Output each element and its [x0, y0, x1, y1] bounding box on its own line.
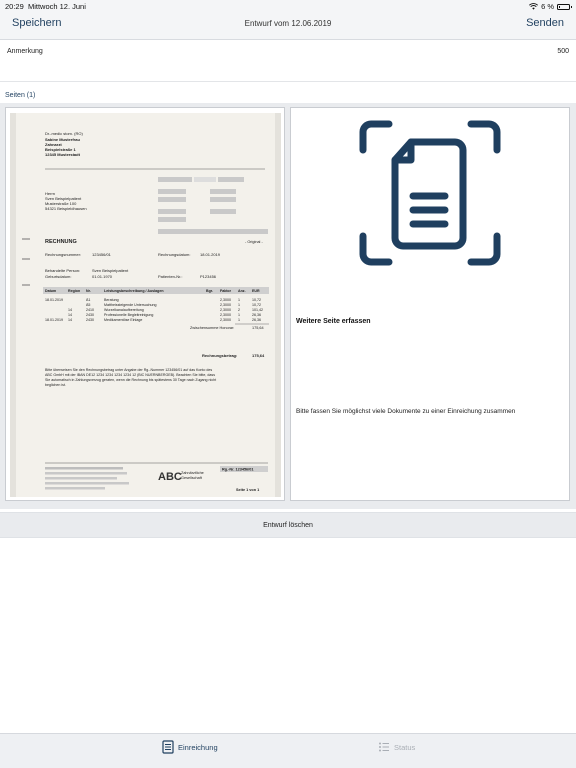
invoice-table-cell: 10,72	[252, 298, 261, 302]
sender-name: Dr.-medic stom. (RO)	[45, 131, 83, 136]
tab-status[interactable]: Status	[378, 740, 415, 754]
invoice-table-cell: 10,72	[252, 303, 261, 307]
footer-ref: Rg.-Nr. 123456/01	[222, 468, 253, 472]
invoice-column-header: Datum	[45, 289, 56, 293]
dob-label: Geburtsdatum:	[45, 274, 71, 279]
navigation-bar: Speichern Entwurf vom 12.06.2019 Senden	[0, 12, 576, 40]
invoice-table-cell: Mattheissteigende Untersuchung	[104, 303, 157, 307]
sender-city: 12345 Musterstadt	[45, 152, 81, 157]
invoice-column-header: Region	[68, 289, 80, 293]
invoice-table-cell: 101,42	[252, 308, 263, 312]
invoice-document: Dr.-medic stom. (RO) Sabine Musterfrau Z…	[10, 113, 281, 497]
invoice-date-label: Rechnungsdatum:	[158, 252, 190, 257]
invoice-no-label: Rechnungsnummer:	[45, 252, 81, 257]
invoice-table-cell: 2,3000	[220, 313, 231, 317]
total-value: 175,64	[252, 353, 265, 358]
invoice-table-cell: 14	[68, 313, 72, 317]
delete-draft-label: Entwurf löschen	[263, 522, 313, 529]
original-label: - Original -	[245, 240, 263, 244]
invoice-table-cell: 2,3000	[220, 318, 231, 322]
invoice-table-cell: 2430	[86, 318, 94, 322]
invoice-table-cell: 26,36	[252, 313, 261, 317]
invoice-date: 18.01.2019	[200, 252, 221, 257]
invoice-table-cell: 18.01.2019	[45, 318, 63, 322]
add-page-title: Weitere Seite erfassen	[296, 318, 371, 325]
invoice-table-cell: 1	[238, 313, 240, 317]
document-list-icon	[162, 740, 174, 754]
battery-icon	[557, 3, 572, 10]
invoice-table-cell: 26,36	[252, 318, 261, 322]
invoice-heading: RECHNUNG	[45, 239, 77, 245]
note-field[interactable]: Anmerkung 500	[0, 40, 576, 82]
patient-no: P123456	[200, 274, 217, 279]
invoice-table-cell: 2	[238, 308, 240, 312]
status-bar: 20:29 Mittwoch 12. Juni 6 %	[0, 0, 576, 12]
send-button[interactable]: Senden	[526, 17, 564, 29]
total-label: Rechnungsbetrag:	[202, 353, 237, 358]
invoice-table-cell: 1	[238, 318, 240, 322]
invoice-table-cell: Professionelle Begleitreinigung	[104, 313, 153, 317]
invoice-table-cell: Wurzelkanalaufbereitung	[104, 308, 144, 312]
payment-line3: Sie automatisch in Zahlungsverzug gerate…	[45, 378, 216, 382]
payment-line2: ABC GmbH mit der IBAN DE12 1234 1234 123…	[45, 373, 215, 377]
invoice-column-header: Nr.	[86, 289, 91, 293]
invoice-table-cell: 2,3000	[220, 308, 231, 312]
status-list-icon	[379, 742, 389, 752]
invoice-table-cell: 1	[238, 298, 240, 302]
tab-status-label: Status	[394, 742, 416, 752]
document-photo: Dr.-medic stom. (RO) Sabine Musterfrau Z…	[10, 113, 281, 497]
pages-area: Dr.-medic stom. (RO) Sabine Musterfrau Z…	[0, 103, 576, 509]
page-thumbnail[interactable]: Dr.-medic stom. (RO) Sabine Musterfrau Z…	[5, 107, 285, 501]
note-label: Anmerkung	[7, 48, 43, 55]
invoice-table-cell: 2410	[86, 308, 94, 312]
patient-no-label: Patienten-Nr.:	[158, 274, 182, 279]
add-page-hint: Bitte fassen Sie möglichst viele Dokumen…	[296, 408, 516, 415]
note-char-count: 500	[557, 48, 569, 55]
add-page-button[interactable]: Weitere Seite erfassen Bitte fassen Sie …	[290, 107, 570, 501]
battery-percent: 6 %	[541, 2, 554, 11]
pages-label: Seiten (1)	[5, 92, 36, 99]
invoice-column-header: Leistungsbeschreibung / Auslagen	[104, 289, 164, 293]
status-time: 20:29	[5, 2, 24, 11]
invoice-no: 123456/01	[92, 252, 112, 257]
footer-page: Seite 1 von 1	[236, 488, 259, 492]
invoice-table-cell: 14	[68, 318, 72, 322]
tab-einreichung-label: Einreichung	[178, 742, 218, 752]
invoice-column-header: Bgr.	[206, 289, 213, 293]
footer-company1: Zahnärztliche	[181, 471, 204, 475]
patient-name: Sven Beispielpatient	[92, 268, 129, 273]
invoice-table-cell: 2430	[86, 313, 94, 317]
tab-einreichung[interactable]: Einreichung	[162, 740, 218, 754]
invoice-table-cell: 2,3000	[220, 303, 231, 307]
patient-label: Behandelte Person:	[45, 268, 80, 273]
footer-company2: Gesellschaft	[181, 476, 203, 480]
invoice-table-cell: Medikamentöse Einlage	[104, 318, 142, 322]
payment-line4: beglichen ist.	[45, 383, 66, 387]
delete-draft-button[interactable]: Entwurf löschen	[0, 512, 576, 538]
invoice-column-header: Faktor	[220, 289, 232, 293]
page-title: Entwurf vom 12.06.2019	[244, 19, 332, 28]
scan-document-icon	[359, 120, 501, 266]
status-bar-left: 20:29 Mittwoch 12. Juni	[5, 2, 86, 11]
invoice-table-cell: Ä1	[86, 298, 90, 302]
invoice-column-header: EUR	[252, 289, 260, 293]
invoice-table-cell: 18.01.2019	[45, 298, 63, 302]
invoice-column-header: Anz.	[238, 289, 246, 293]
status-bar-right: 6 %	[529, 2, 572, 11]
subtotal-label: Zwischensumme Honorar:	[190, 326, 234, 330]
recipient-line4: 54321 Beispieldhausen	[45, 206, 87, 211]
invoice-table-cell: 14	[68, 308, 72, 312]
invoice-table-cell: Beratung	[104, 298, 119, 302]
invoice-table-cell: 1	[238, 303, 240, 307]
payment-line1: Bitte überweisen Sie den Rechnungsbetrag…	[45, 368, 212, 372]
footer-brand-logo: ABC	[158, 471, 182, 483]
dob: 01.01.1970	[92, 274, 113, 279]
status-date: Mittwoch 12. Juni	[27, 2, 86, 11]
invoice-table-cell: Ä5	[86, 303, 90, 307]
wifi-icon	[529, 3, 539, 10]
tab-bar: Einreichung Status	[0, 733, 576, 768]
subtotal-value: 175,64	[252, 326, 264, 330]
invoice-table-cell: 2,3000	[220, 298, 231, 302]
